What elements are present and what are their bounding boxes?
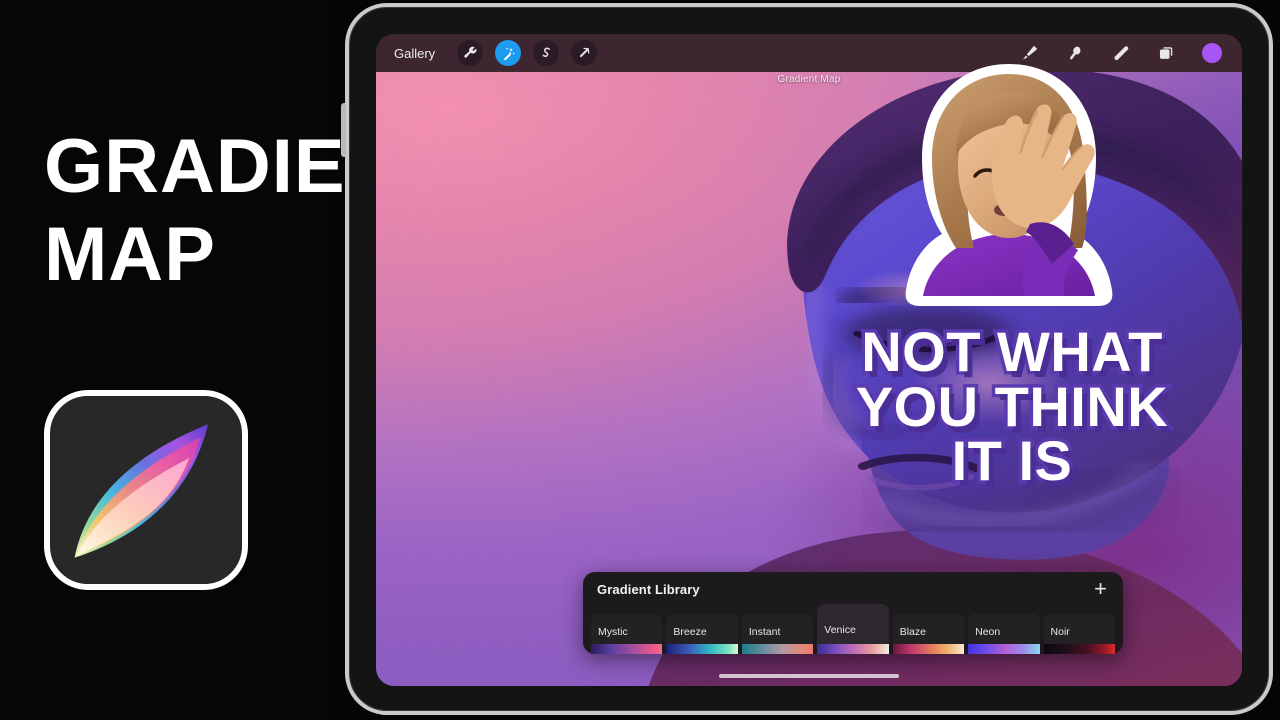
toolbar-left-group: Gallery <box>390 40 598 66</box>
layers-icon[interactable] <box>1156 42 1178 64</box>
gradient-swatch-preview <box>1043 644 1115 654</box>
transform-arrow-icon[interactable] <box>571 40 598 66</box>
gradient-swatch-preview <box>666 644 738 654</box>
gradient-swatch-label: Noir <box>1050 626 1070 638</box>
gradient-swatch-preview <box>892 644 965 654</box>
cta-line-2: You Think <box>852 374 1171 438</box>
gradient-swatch-preview <box>817 644 889 654</box>
gradient-swatch-label: Breeze <box>673 626 707 638</box>
gradient-swatch[interactable]: Blaze <box>892 614 965 654</box>
thumbnail-canvas: Gradient Map <box>0 0 1280 720</box>
gradient-swatch-label: Blaze <box>899 626 926 638</box>
color-swatch-button[interactable] <box>1202 43 1222 63</box>
gradient-swatch[interactable]: Venice <box>817 604 889 654</box>
cta-line-1: Not What <box>858 320 1166 383</box>
procreate-app-icon <box>44 390 248 590</box>
gradient-swatch-label: Mystic <box>598 626 628 638</box>
gradient-swatch-row: Mystic Breeze Instant Venice Blaze Neon Noir <box>591 604 1115 654</box>
left-title-panel: Gradient Map <box>0 0 448 720</box>
cta-line-3: It Is <box>948 429 1075 493</box>
gradient-swatch-preview <box>591 644 663 654</box>
add-gradient-button[interactable]: + <box>1094 578 1109 600</box>
home-indicator <box>719 674 899 678</box>
gradient-swatch-preview <box>968 644 1040 654</box>
wrench-icon[interactable] <box>457 40 484 66</box>
gradient-library-panel: Gradient Library + Mystic Breeze Instant Ve… <box>583 572 1123 654</box>
selection-icon[interactable] <box>533 40 560 66</box>
gradient-swatch-label: Instant <box>748 626 781 638</box>
gradient-swatch-label: Venice <box>824 624 856 636</box>
gradient-swatch-preview <box>741 644 814 654</box>
woman-facepalming-emoji <box>896 58 1122 310</box>
gradient-swatch-label: Neon <box>975 626 1001 638</box>
gradient-library-header: Gradient Library + <box>583 572 1123 600</box>
gallery-button[interactable]: Gallery <box>390 44 439 63</box>
magic-wand-icon[interactable] <box>495 40 522 66</box>
gradient-swatch[interactable]: Neon <box>968 614 1040 654</box>
gradient-swatch[interactable]: Mystic <box>591 614 663 654</box>
gradient-swatch[interactable]: Noir <box>1043 614 1115 654</box>
gradient-library-title: Gradient Library <box>597 581 700 597</box>
gradient-swatch[interactable]: Breeze <box>666 614 738 654</box>
gradient-swatch[interactable]: Instant <box>741 614 814 654</box>
cta-text-block: Not What You Think It Is <box>812 320 1212 493</box>
